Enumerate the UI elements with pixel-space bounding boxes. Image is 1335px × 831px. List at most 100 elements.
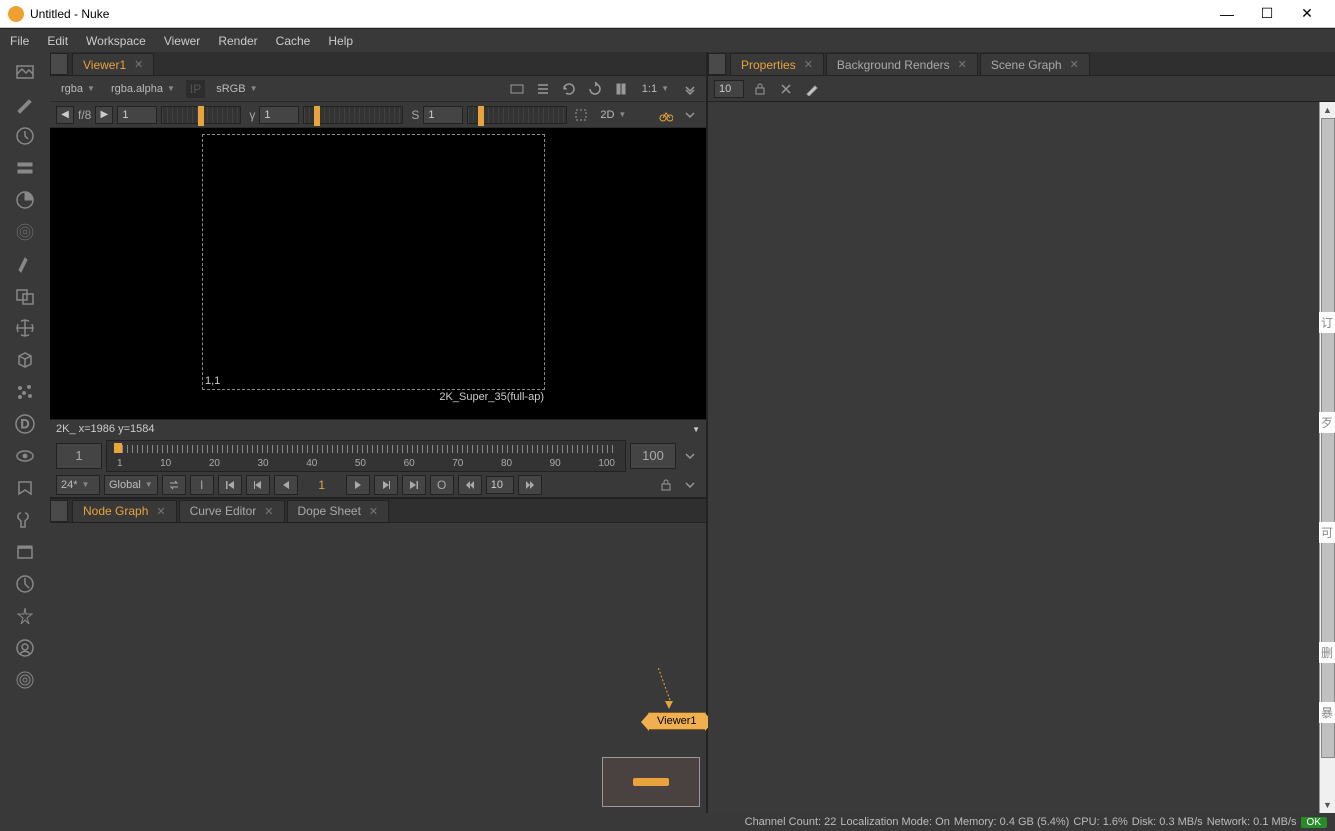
roi-icon[interactable] — [571, 105, 591, 125]
tab-dope-sheet[interactable]: Dope Sheet✕ — [287, 500, 390, 522]
maximize-button[interactable]: ☐ — [1247, 0, 1287, 28]
viewer-viewport[interactable]: 1,1 2K_Super_35(full-ap) — [50, 128, 706, 419]
dimension-dropdown[interactable]: 2D▼ — [595, 105, 631, 125]
menu-workspace[interactable]: Workspace — [86, 34, 146, 48]
close-icon[interactable]: ✕ — [1070, 58, 1079, 71]
menu-edit[interactable]: Edit — [47, 34, 68, 48]
fps-dropdown[interactable]: 24*▼ — [56, 475, 100, 495]
step-forward-button[interactable] — [518, 475, 542, 495]
color-tool-icon[interactable] — [11, 186, 39, 214]
alpha-dropdown[interactable]: rgba.alpha▼ — [106, 79, 180, 99]
gain-slider[interactable] — [161, 106, 241, 124]
close-icon[interactable]: ✕ — [134, 58, 143, 71]
chevron-down-icon[interactable]: ▼ — [692, 425, 700, 434]
zoom-dropdown[interactable]: 1:1▼ — [637, 79, 674, 99]
channel-dropdown[interactable]: rgba▼ — [56, 79, 100, 99]
increment-field[interactable]: 10 — [486, 476, 514, 494]
s-slider[interactable] — [467, 106, 567, 124]
toolsets-tool-icon[interactable] — [11, 506, 39, 534]
menu-file[interactable]: File — [10, 34, 29, 48]
deep-tool-icon[interactable]: D — [11, 410, 39, 438]
views-tool-icon[interactable] — [11, 442, 39, 470]
menu-help[interactable]: Help — [328, 34, 353, 48]
clear-icon[interactable] — [776, 79, 796, 99]
tab-nodegraph[interactable]: Node Graph✕ — [72, 500, 177, 522]
time-tool-icon[interactable] — [11, 122, 39, 150]
tab-viewer1[interactable]: Viewer1 ✕ — [72, 53, 154, 75]
close-button[interactable]: ✕ — [1287, 0, 1327, 28]
merge-tool-icon[interactable] — [11, 282, 39, 310]
playhead[interactable] — [114, 443, 122, 453]
metadata-tool-icon[interactable] — [11, 474, 39, 502]
scroll-down-icon[interactable]: ▼ — [1320, 797, 1335, 813]
tab-curve-editor[interactable]: Curve Editor✕ — [179, 500, 285, 522]
scroll-up-icon[interactable]: ▲ — [1320, 102, 1335, 118]
chevron-down-icon[interactable] — [680, 475, 700, 495]
reload-icon[interactable] — [585, 79, 605, 99]
first-frame-button[interactable] — [218, 475, 242, 495]
tab-properties[interactable]: Properties✕ — [730, 53, 824, 75]
pane-handle-icon[interactable] — [708, 53, 726, 75]
chevron-down-icon[interactable] — [680, 105, 700, 125]
ip-toggle[interactable]: IP — [186, 80, 205, 98]
edit-icon[interactable] — [802, 79, 822, 99]
s-field[interactable]: 1 — [423, 106, 463, 124]
other-tool-icon[interactable] — [11, 538, 39, 566]
play-back-button[interactable] — [274, 475, 298, 495]
minimap[interactable] — [602, 757, 700, 807]
play-button[interactable] — [346, 475, 370, 495]
chevron-down-icon[interactable] — [680, 446, 700, 466]
furnace-tool-icon[interactable] — [11, 570, 39, 598]
pane-handle-icon[interactable] — [50, 53, 68, 75]
wipe-icon[interactable] — [533, 79, 553, 99]
timeline-track[interactable]: 1102030405060708090100 — [106, 440, 626, 472]
step-back-button[interactable] — [458, 475, 482, 495]
next-key-button[interactable] — [374, 475, 398, 495]
node-graph[interactable]: Viewer1 — [50, 523, 706, 814]
close-icon[interactable]: ✕ — [804, 58, 813, 71]
loop-icon[interactable] — [162, 475, 186, 495]
cara-tool-icon[interactable] — [11, 634, 39, 662]
minimize-button[interactable]: — — [1207, 0, 1247, 28]
close-icon[interactable]: ✕ — [369, 505, 378, 518]
pause-icon[interactable] — [611, 79, 631, 99]
filter-tool-icon[interactable] — [11, 218, 39, 246]
prev-fstop-button[interactable]: ◀ — [56, 106, 74, 124]
gamma-slider[interactable] — [303, 106, 403, 124]
chevron-down-icon[interactable] — [680, 79, 700, 99]
close-icon[interactable]: ✕ — [958, 58, 967, 71]
range-dropdown[interactable]: Global▼ — [104, 475, 158, 495]
image-tool-icon[interactable] — [11, 58, 39, 86]
draw-tool-icon[interactable] — [11, 90, 39, 118]
max-panels-field[interactable]: 10 — [714, 80, 744, 98]
current-frame[interactable]: 1 — [302, 478, 342, 492]
alltools-tool-icon[interactable] — [11, 666, 39, 694]
menu-cache[interactable]: Cache — [276, 34, 311, 48]
lock-icon[interactable] — [750, 79, 770, 99]
tab-bg-renders[interactable]: Background Renders✕ — [826, 53, 978, 75]
menu-render[interactable]: Render — [218, 34, 257, 48]
flare-tool-icon[interactable] — [11, 602, 39, 630]
transform-tool-icon[interactable] — [11, 314, 39, 342]
lock-icon[interactable] — [656, 475, 676, 495]
bike-icon[interactable] — [656, 105, 676, 125]
3d-tool-icon[interactable] — [11, 346, 39, 374]
particles-tool-icon[interactable] — [11, 378, 39, 406]
prev-key-button[interactable] — [246, 475, 270, 495]
menu-viewer[interactable]: Viewer — [164, 34, 200, 48]
frame-end[interactable]: 100 — [630, 443, 676, 469]
viewer-node[interactable]: Viewer1 — [648, 712, 706, 730]
keyer-tool-icon[interactable] — [11, 250, 39, 278]
tab-scene-graph[interactable]: Scene Graph✕ — [980, 53, 1090, 75]
close-icon[interactable]: ✕ — [156, 505, 165, 518]
refresh-icon[interactable] — [559, 79, 579, 99]
gamma-field[interactable]: 1 — [259, 106, 299, 124]
next-fstop-button[interactable]: ▶ — [95, 106, 113, 124]
clip-icon[interactable] — [507, 79, 527, 99]
pane-handle-icon[interactable] — [50, 500, 68, 522]
out-point-button[interactable]: O — [430, 475, 454, 495]
gain-field[interactable]: 1 — [117, 106, 157, 124]
in-point-button[interactable]: I — [190, 475, 214, 495]
colorspace-dropdown[interactable]: sRGB▼ — [211, 79, 262, 99]
close-icon[interactable]: ✕ — [264, 505, 273, 518]
